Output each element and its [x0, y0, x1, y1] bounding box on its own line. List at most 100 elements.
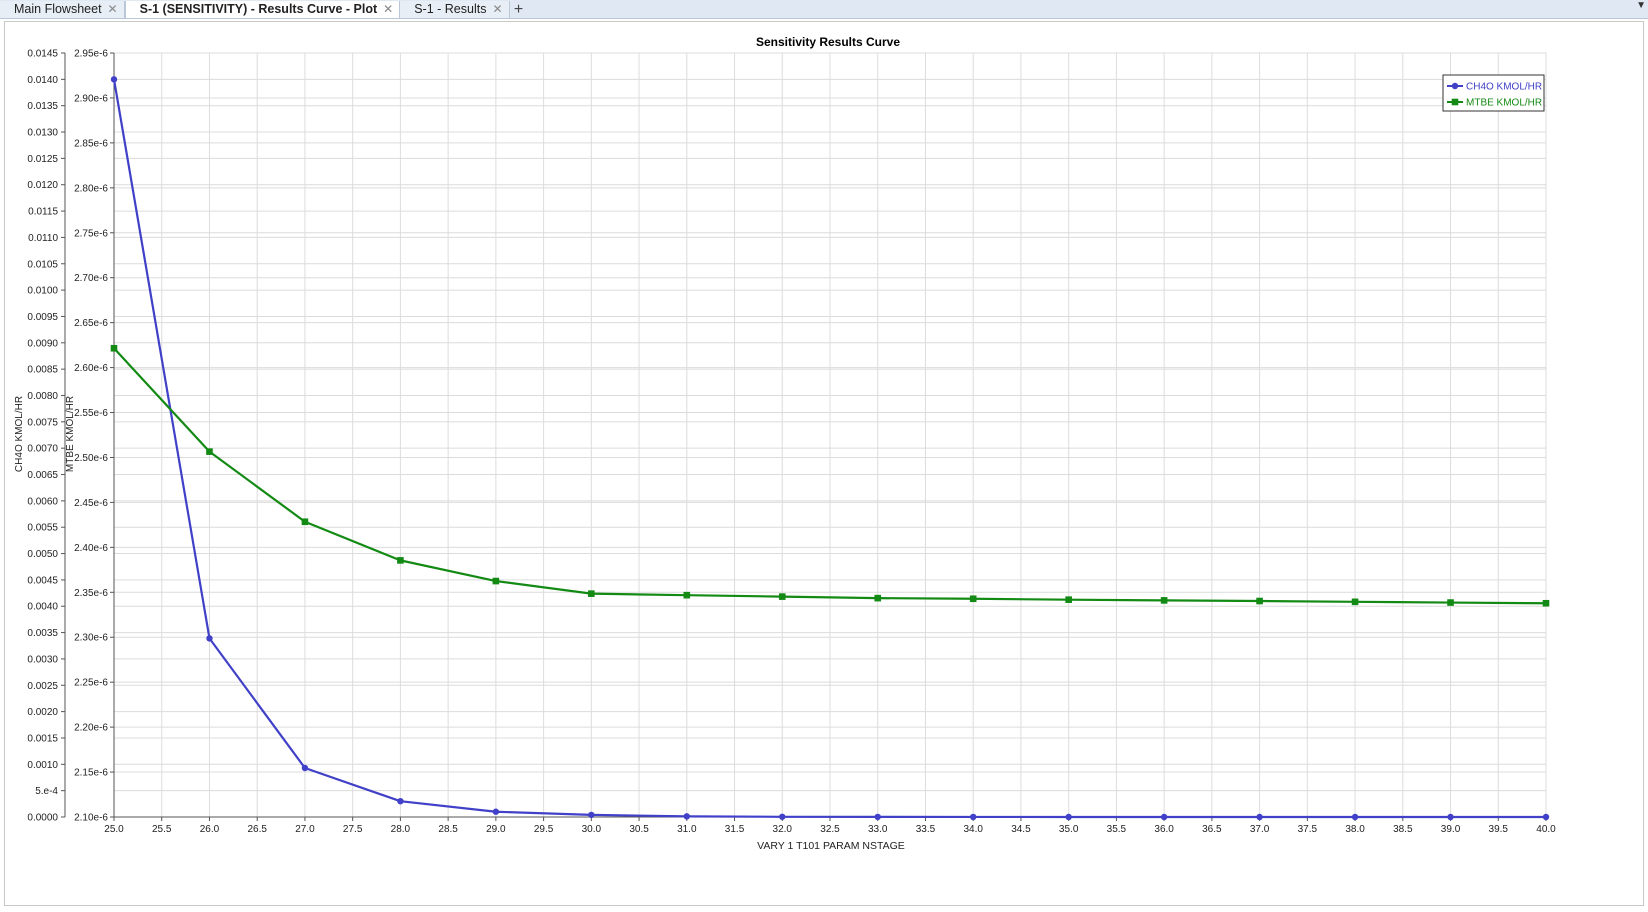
legend-marker-circle — [1451, 82, 1459, 90]
x-tick-label: 34.0 — [963, 824, 983, 835]
sensitivity-chart[interactable]: Sensitivity Results Curve VARY 1 T101 PA… — [5, 22, 1645, 907]
y-tick-label-mtbe: 2.30e-6 — [74, 633, 108, 644]
y-tick-label-ch4o: 0.0110 — [28, 233, 58, 244]
data-point-ch4o[interactable] — [970, 813, 977, 821]
data-point-ch4o[interactable] — [397, 797, 404, 805]
add-tab-plus-icon[interactable]: + — [510, 1, 528, 18]
plot-area: Sensitivity Results Curve VARY 1 T101 PA… — [4, 21, 1644, 906]
x-tick-label: 39.5 — [1489, 824, 1509, 835]
y-tick-label-ch4o: 0.0090 — [27, 338, 58, 349]
y-tick-label-ch4o: 0.0130 — [27, 128, 58, 139]
data-point-ch4o[interactable] — [1447, 599, 1454, 606]
data-point-ch4o[interactable] — [683, 591, 691, 599]
x-tick-label: 25.0 — [104, 824, 124, 835]
y-tick-label-ch4o: 0.0080 — [27, 391, 58, 402]
x-tick-label: 26.5 — [247, 824, 267, 835]
data-point-ch4o[interactable] — [1160, 813, 1168, 821]
y-tick-label-ch4o: 0.0135 — [27, 101, 58, 112]
data-point-ch4o[interactable] — [110, 76, 118, 83]
data-point-ch4o[interactable] — [1160, 597, 1168, 604]
x-tick-label: 40.0 — [1536, 824, 1556, 835]
data-point-ch4o[interactable] — [397, 557, 404, 564]
y-tick-label-mtbe: 2.95e-6 — [74, 49, 108, 60]
data-point-ch4o[interactable] — [1351, 598, 1359, 606]
chevron-down-icon[interactable]: ▼ — [1636, 0, 1646, 11]
x-tick-label: 39.0 — [1441, 824, 1461, 835]
y-tick-label-ch4o: 0.0140 — [27, 75, 58, 86]
y-tick-label-ch4o: 0.0085 — [27, 365, 58, 376]
y-tick-label-mtbe: 2.90e-6 — [74, 93, 108, 104]
data-point-ch4o[interactable] — [1542, 813, 1550, 821]
document-tab-bar: Main Flowsheet ✕ S-1 (SENSITIVITY) - Res… — [0, 0, 1648, 19]
tab-s1-results[interactable]: S-1 - Results ✕ — [400, 1, 510, 18]
x-tick-label: 32.5 — [820, 824, 840, 835]
y-tick-label-mtbe: 2.15e-6 — [74, 768, 108, 779]
x-tick-label: 35.0 — [1059, 824, 1079, 835]
y-tick-label-mtbe: 2.80e-6 — [74, 183, 108, 194]
x-tick-label: 38.5 — [1393, 824, 1413, 835]
y-tick-label-mtbe: 2.45e-6 — [74, 498, 108, 509]
x-tick-label: 29.0 — [486, 824, 506, 835]
x-tick-label: 31.0 — [677, 824, 697, 835]
data-point-ch4o[interactable] — [1351, 813, 1359, 821]
tab-label: Main Flowsheet — [14, 2, 102, 16]
y-tick-label-ch4o: 0.0015 — [27, 733, 58, 744]
data-point-ch4o[interactable] — [1065, 813, 1072, 821]
y-axis-label-ch4o: CH4O KMOL/HR — [14, 396, 25, 472]
y-tick-label-ch4o: 0.0025 — [27, 681, 58, 692]
x-tick-label: 27.5 — [343, 824, 363, 835]
y-tick-label-ch4o: 0.0105 — [27, 259, 58, 270]
y-tick-label-ch4o: 0.0020 — [27, 707, 58, 718]
data-point-ch4o[interactable] — [588, 590, 595, 597]
x-tick-label: 34.5 — [1011, 824, 1031, 835]
data-point-ch4o[interactable] — [778, 593, 786, 600]
data-point-ch4o[interactable] — [206, 635, 213, 642]
data-point-ch4o[interactable] — [1065, 596, 1072, 603]
x-tick-label: 26.0 — [200, 824, 220, 835]
y-tick-label-ch4o: 0.0095 — [27, 312, 58, 323]
y-tick-label-mtbe: 2.70e-6 — [74, 273, 108, 284]
close-icon[interactable]: ✕ — [383, 1, 393, 18]
x-tick-label: 37.5 — [1298, 824, 1318, 835]
data-point-ch4o[interactable] — [874, 594, 882, 602]
y-tick-label-ch4o: 0.0010 — [27, 760, 58, 771]
data-point-ch4o[interactable] — [492, 577, 500, 585]
x-tick-label: 36.5 — [1202, 824, 1222, 835]
y-tick-label-mtbe: 2.75e-6 — [74, 228, 108, 239]
y-tick-label-ch4o: 0.0075 — [27, 417, 58, 428]
legend-marker-square — [1451, 98, 1459, 106]
y-tick-label-ch4o: 0.0045 — [27, 575, 58, 586]
data-point-ch4o[interactable] — [1256, 813, 1263, 821]
data-point-ch4o[interactable] — [588, 811, 595, 819]
x-tick-label: 30.5 — [629, 824, 649, 835]
y-tick-label-mtbe: 2.25e-6 — [74, 678, 108, 689]
data-point-ch4o[interactable] — [1542, 599, 1550, 607]
y-tick-label-ch4o: 0.0030 — [27, 654, 58, 665]
tab-main-flowsheet[interactable]: Main Flowsheet ✕ — [0, 1, 125, 18]
data-point-ch4o[interactable] — [492, 808, 500, 815]
x-tick-label: 29.5 — [534, 824, 554, 835]
data-point-ch4o[interactable] — [301, 764, 309, 772]
data-point-ch4o[interactable] — [683, 813, 690, 820]
data-point-ch4o[interactable] — [874, 813, 881, 821]
y-tick-label-mtbe: 2.40e-6 — [74, 543, 108, 554]
y-tick-label-ch4o: 0.0040 — [27, 602, 58, 613]
y-tick-label-mtbe: 2.20e-6 — [74, 723, 108, 734]
data-point-ch4o[interactable] — [1256, 597, 1263, 605]
data-point-ch4o[interactable] — [779, 813, 786, 820]
x-tick-label: 25.5 — [152, 824, 172, 835]
close-icon[interactable]: ✕ — [492, 1, 502, 18]
y-tick-label-ch4o: 0.0100 — [27, 286, 58, 297]
legend-entry-label: CH4O KMOL/HR — [1466, 82, 1542, 93]
y-tick-label-ch4o: 0.0120 — [27, 180, 58, 191]
data-point-ch4o[interactable] — [110, 344, 118, 352]
y-tick-label-ch4o: 0.0050 — [27, 549, 58, 560]
tab-results-curve-plot[interactable]: S-1 (SENSITIVITY) - Results Curve - Plot… — [124, 1, 401, 18]
y-tick-label-ch4o: 0.0115 — [28, 207, 58, 218]
data-point-ch4o[interactable] — [1447, 813, 1454, 821]
data-point-ch4o[interactable] — [301, 518, 309, 526]
data-point-ch4o[interactable] — [206, 448, 213, 455]
data-point-ch4o[interactable] — [969, 595, 977, 603]
close-icon[interactable]: ✕ — [108, 1, 118, 18]
x-tick-label: 27.0 — [295, 824, 315, 835]
